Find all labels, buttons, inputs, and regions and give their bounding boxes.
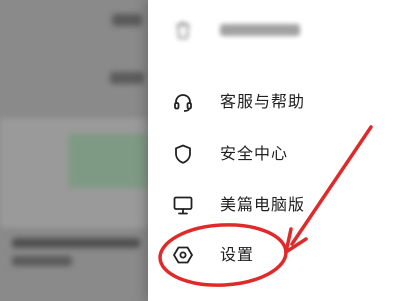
menu-item-settings[interactable]: 设置: [148, 235, 400, 275]
trash-icon: [176, 22, 190, 39]
menu-item-label: 客服与帮助: [220, 92, 306, 111]
menu-item-security[interactable]: 安全中心: [148, 134, 400, 174]
background-text: [12, 238, 140, 248]
background-app-content: [0, 0, 148, 301]
menu-item-desktop-version[interactable]: 美篇电脑版: [148, 185, 400, 225]
menu-item-label: 美篇电脑版: [220, 195, 306, 214]
hexagon-settings-icon: [173, 246, 193, 264]
blurred-label: [220, 24, 300, 36]
side-drawer-menu: 客服与帮助 安全中心 美篇电脑版 设置: [148, 0, 400, 301]
background-app: [0, 0, 148, 301]
menu-item-help[interactable]: 客服与帮助: [148, 82, 400, 122]
menu-item-trash[interactable]: [148, 10, 400, 50]
menu-item-label: 设置: [220, 245, 255, 264]
monitor-icon: [173, 196, 193, 215]
background-text: [12, 256, 72, 266]
background-text: [110, 72, 144, 84]
headset-icon: [174, 94, 192, 112]
shield-icon: [175, 144, 191, 164]
background-image: [68, 134, 148, 188]
background-text: [112, 14, 142, 26]
menu-item-label: 安全中心: [220, 144, 289, 163]
